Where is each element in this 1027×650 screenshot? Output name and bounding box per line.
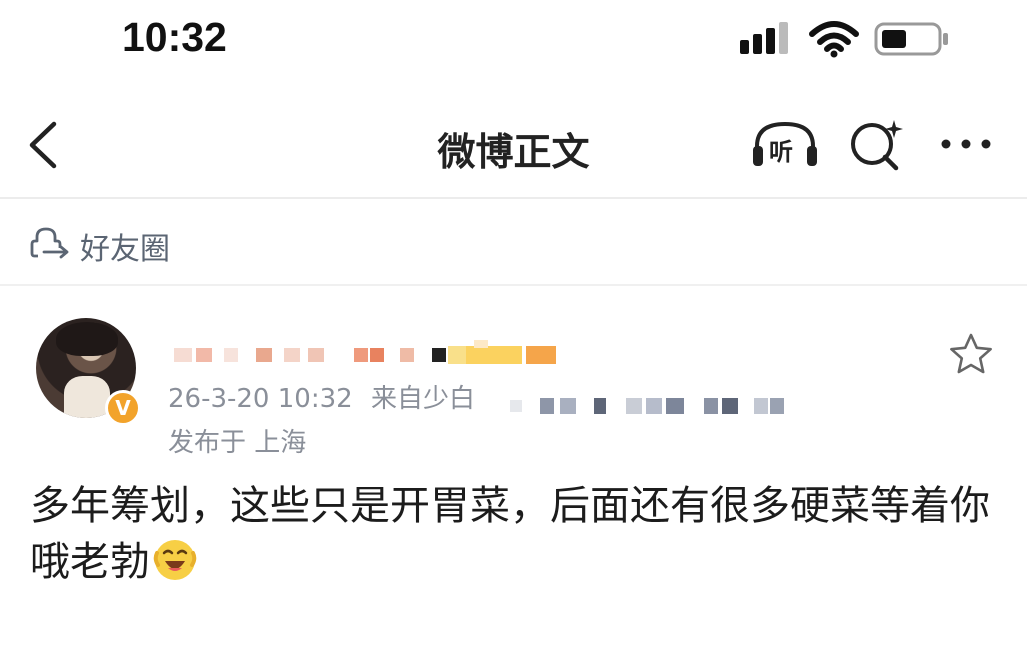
verified-badge: V — [105, 390, 141, 426]
source-device-redacted — [510, 398, 784, 414]
listen-button[interactable]: 听 — [749, 118, 821, 172]
listen-label: 听 — [769, 138, 793, 166]
source-prefix: 来自 — [370, 384, 423, 414]
status-time: 10:32 — [122, 14, 227, 60]
search-icon[interactable] — [848, 117, 906, 173]
source-name[interactable]: 少白 — [423, 384, 475, 414]
post-meta: 26-3-20 10:32 来自少白 — [168, 378, 475, 415]
battery-icon — [874, 22, 948, 56]
wifi-icon — [809, 21, 859, 58]
more-options-icon[interactable] — [938, 130, 994, 158]
friends-circle-label: 好友圈 — [80, 232, 170, 267]
cellular-signal-icon — [740, 22, 788, 54]
lock-cloud-icon — [30, 227, 69, 259]
post-datetime: 26-3-20 10:32 — [168, 384, 353, 414]
username-redacted[interactable] — [174, 340, 564, 370]
post-location: 发布于 上海 — [168, 428, 307, 458]
post-content: 多年筹划，这些只是开胃菜，后面还有很多硬菜等着你哦老勃 — [30, 478, 1000, 590]
laughing-emoji-icon — [153, 540, 197, 580]
nav-divider — [0, 197, 1027, 199]
section-divider — [0, 284, 1027, 286]
star-icon[interactable] — [948, 332, 994, 376]
